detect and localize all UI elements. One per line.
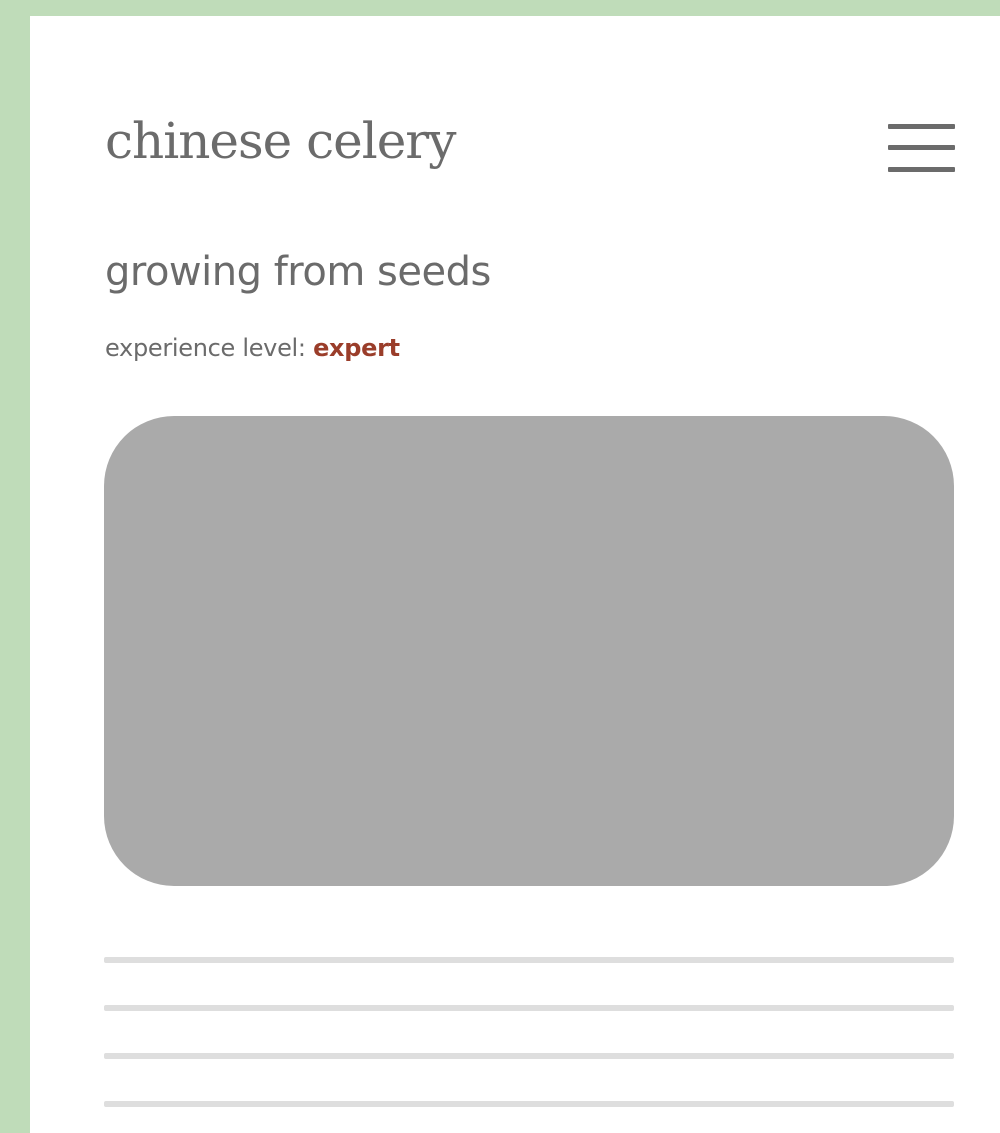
experience-level: experience level: expert	[105, 336, 400, 360]
experience-level-label: experience level:	[105, 334, 306, 362]
menu-bar-top	[888, 124, 955, 129]
text-placeholder-line	[104, 1053, 954, 1059]
hamburger-menu-icon[interactable]	[885, 120, 957, 178]
section-title: growing from seeds	[105, 249, 491, 295]
menu-bar-middle	[888, 145, 955, 150]
page-title: chinese celery	[105, 112, 456, 170]
text-placeholder-line	[104, 1005, 954, 1011]
image-placeholder	[104, 416, 954, 886]
text-placeholder-line	[104, 1101, 954, 1107]
menu-bar-bottom	[888, 167, 955, 172]
text-placeholder-line	[104, 957, 954, 963]
experience-level-value: expert	[313, 334, 400, 362]
page-frame: chinese celery growing from seeds experi…	[30, 16, 1000, 1133]
